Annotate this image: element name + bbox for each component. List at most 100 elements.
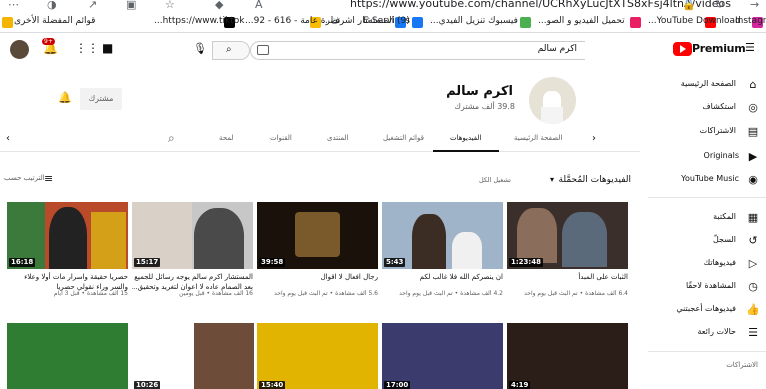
video-thumbnail[interactable]: 10:26 [132,323,192,389]
video-card[interactable]: 15:40 [257,323,378,389]
video-title[interactable]: الثبات على المبدأ [507,272,628,282]
tab-community[interactable]: المنتدى [327,134,349,142]
sidebar-item-subscriptions[interactable]: الاشتراكات ▤ [640,122,766,144]
sidebar-item-label: السجلّ [712,235,736,244]
video-thumbnail[interactable] [7,323,128,389]
video-thumbnail[interactable]: 15:17 [132,202,253,269]
video-thumbnail[interactable]: 4:19 [507,323,628,389]
sidebar-item-youtube-music[interactable]: YouTube Music ◉ [640,170,766,192]
video-duration: 16:18 [9,258,36,267]
video-thumbnail[interactable]: 39:58 [257,202,378,269]
reload-icon[interactable]: ↻ [715,0,724,11]
video-meta: 4.2 ألف مشاهدة • تم البث قبل يوم واحد [399,290,503,297]
chevron-right-icon[interactable]: › [592,133,596,144]
video-card[interactable]: 10:26 [132,323,192,389]
video-card[interactable] [194,323,254,389]
video-meta: 6.4 ألف مشاهدة • تم البث قبل يوم واحد [524,290,628,297]
video-title[interactable]: المستشار اكرم سالم يوجه رسائل للجميع [132,272,253,282]
bell-icon[interactable]: 🔔 [58,91,72,104]
youtube-header: 🔔 9+ ⋮⋮ ■ 🎙 ⌕ اكرم سالم Premium ☰ [0,33,766,67]
sort-by-label[interactable]: الترتيب حسب [4,174,45,182]
sidebar-item-home[interactable]: الصفحة الرئيسية ⌂ [640,75,766,97]
thumbnail-figure [194,208,244,269]
home-icon: ⌂ [749,78,757,91]
sidebar-item-your-videos[interactable]: فيديوهاتك ▷ [640,254,766,276]
tab-videos[interactable]: الفيديوهات [450,134,481,142]
video-thumbnail[interactable]: 16:18 [7,202,128,269]
tab-home[interactable]: الصفحة الرئيسية [514,134,562,142]
search-input[interactable]: اكرم سالم [250,41,585,60]
video-thumbnail[interactable]: 1:23:48 [507,202,628,269]
thumbnail-figure [49,207,87,269]
tab-channels[interactable]: القنوات [270,134,292,142]
bookmark-facebook-download[interactable]: فيسبوك تنزيل الفيدي... [430,16,518,26]
collections-icon[interactable]: ▣ [126,0,136,11]
liked-icon: 👍 [746,303,760,316]
keyboard-icon[interactable] [257,45,269,55]
video-duration: 1:23:48 [509,258,543,267]
sidebar-item-playlist[interactable]: حالات رائعة ☰ [640,323,766,345]
chevron-left-icon[interactable]: ‹ [6,133,10,144]
sort-icon[interactable]: ≡ [44,172,53,185]
subscriptions-icon: ▤ [747,125,759,138]
video-meta: 16 ألف مشاهدة • قبل يومين [179,290,253,297]
watch-later-icon: ◷ [748,280,758,293]
play-all-link[interactable]: تشغيل الكل [479,176,511,184]
video-thumbnail[interactable] [194,323,254,389]
video-card[interactable]: 4:19 [507,323,628,389]
avatar-figure [541,107,563,124]
apps-icon[interactable]: ⋮⋮ [75,41,99,55]
sidebar-item-library[interactable]: المكتبة ▦ [640,208,766,230]
bookmark-tiktok[interactable]: https://www.tiktok... [154,16,244,26]
video-title[interactable]: ان ينصركم الله فلا غالب لكم [382,272,503,282]
search-icon[interactable]: ⌕ [168,131,175,146]
sidebar-item-watch-later[interactable]: المشاهدة لاحقًا ◷ [640,277,766,299]
video-thumbnail[interactable]: 5:43 [382,202,503,269]
share-icon[interactable]: ↗ [88,0,97,11]
search-button[interactable]: ⌕ [212,41,250,60]
sidebar-item-label: الصفحة الرئيسية [680,79,736,88]
video-duration: 15:17 [134,258,161,267]
bookmark-video-download[interactable]: تحميل الفيديو و الصو... [538,16,625,26]
sidebar-item-label: Originals [703,151,739,160]
video-thumbnail[interactable]: 15:40 [257,323,378,389]
tab-playlists[interactable]: قوائم التشغيل [383,134,424,142]
sidebar-item-originals[interactable]: Originals ▶ [640,147,766,169]
create-video-icon[interactable]: ■ [102,41,116,55]
subscribed-button[interactable]: مشترك [80,88,122,110]
search-icon: ⌕ [226,44,232,55]
favorites-icon[interactable]: ☆ [165,0,175,11]
video-card[interactable] [7,323,128,389]
menu-icon[interactable]: ☰ [745,41,755,54]
youtube-logo-icon[interactable] [673,42,692,56]
extension-icon[interactable]: ◆ [215,0,223,11]
section-title[interactable]: الفيديوهات المُحمَّلة [559,175,631,185]
play-icon [680,45,686,53]
video-thumbnail[interactable]: 17:00 [382,323,503,389]
forward-icon[interactable]: → [750,0,759,11]
microphone-icon[interactable]: 🎙 [193,42,207,58]
read-aloud-icon[interactable]: A [255,0,263,11]
sidebar-item-history[interactable]: السجلّ ↺ [640,231,766,253]
profile-icon[interactable]: ◑ [47,0,57,11]
video-title[interactable]: حصريا حقيقة واسرار مات أولا وعلاء [7,272,128,282]
tab-about[interactable]: لمحة [219,134,233,142]
video-card[interactable]: 17:00 [382,323,503,389]
sidebar-item-explore[interactable]: استكشاف ◎ [640,98,766,120]
originals-icon: ▶ [748,150,758,163]
sidebar-item-label: فيديوهاتك [703,258,736,267]
avatar[interactable] [10,40,29,59]
library-icon: ▦ [747,211,759,224]
video-title[interactable]: رجال افعال لا اقوال [257,272,378,282]
more-icon[interactable]: ⋯ [8,0,19,11]
channel-subscribers: 39.8 ألف مشترك [454,102,515,111]
url-text[interactable]: https://www.youtube.com/channel/UCRhXyLu… [350,0,731,10]
chevron-down-icon[interactable]: ▾ [550,175,554,184]
sidebar-item-label: فيديوهات أعجبتني [676,304,736,313]
video-meta: 15 ألف مشاهدة • قبل 3 أيام [53,290,128,297]
bookmark-other-favorites[interactable]: قوائم المفضلة الأخرى [14,16,95,26]
sidebar-item-label: استكشاف [702,102,736,111]
sidebar-item-liked-videos[interactable]: فيديوهات أعجبتني 👍 [640,300,766,322]
bookmark-youtube-download[interactable]: YouTube Download... [648,16,741,26]
bookmark-overview[interactable]: نظرة عامة - 616 - 92... [245,16,340,26]
